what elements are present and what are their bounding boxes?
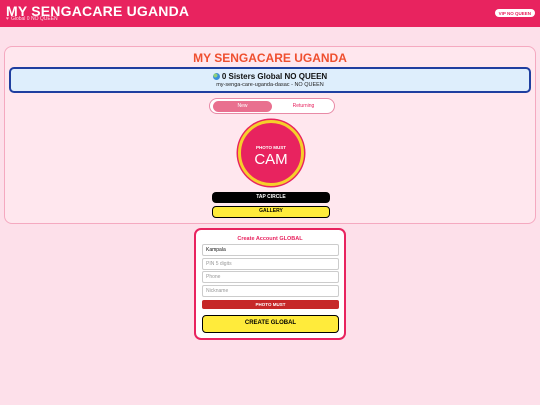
phone-input[interactable] bbox=[202, 271, 339, 283]
status-main: 0 Sisters Global NO QUEEN bbox=[11, 72, 529, 81]
globe-icon bbox=[212, 73, 220, 80]
cam-label: CAM bbox=[254, 151, 288, 168]
photo-capture-circle[interactable]: PHOTO MUST CAM bbox=[238, 120, 304, 186]
account-mode-tabs: New Returning bbox=[209, 98, 335, 114]
photo-must-label: PHOTO MUST bbox=[256, 145, 286, 150]
tab-returning[interactable]: Returning bbox=[274, 101, 333, 112]
heart-icon: ♥ bbox=[6, 16, 9, 22]
main-card: MY SENGACARE UGANDA 0 Sisters Global NO … bbox=[4, 46, 536, 224]
status-sub: my-senga-care-uganda-dasac - NO QUEEN bbox=[216, 82, 324, 88]
header-subtitle-text: Global 0 NO QUEEN bbox=[10, 16, 58, 22]
nickname-input[interactable] bbox=[202, 285, 339, 297]
vip-button[interactable]: VIP NO QUEEN bbox=[494, 9, 535, 17]
pin-input[interactable] bbox=[202, 258, 339, 270]
header-subtitle: ♥ Global 0 NO QUEEN bbox=[6, 16, 58, 22]
status-main-text: 0 Sisters Global NO QUEEN bbox=[221, 72, 328, 81]
app-header: MY SENGACARE UGANDA ♥ Global 0 NO QUEEN V… bbox=[0, 0, 540, 27]
card-title: MY SENGACARE UGANDA bbox=[193, 51, 347, 65]
tab-new[interactable]: New bbox=[213, 101, 272, 112]
create-account-form: Create Account GLOBAL PHOTO MUST CREATE … bbox=[194, 228, 346, 340]
photo-must-button[interactable]: PHOTO MUST bbox=[202, 300, 339, 309]
tap-circle-button[interactable]: TAP CIRCLE bbox=[212, 192, 330, 203]
location-input[interactable] bbox=[202, 244, 339, 256]
status-box: 0 Sisters Global NO QUEEN my-senga-care-… bbox=[9, 67, 531, 93]
form-title: Create Account GLOBAL bbox=[237, 236, 303, 242]
gallery-button[interactable]: GALLERY bbox=[212, 206, 330, 218]
create-global-button[interactable]: CREATE GLOBAL bbox=[202, 315, 339, 333]
